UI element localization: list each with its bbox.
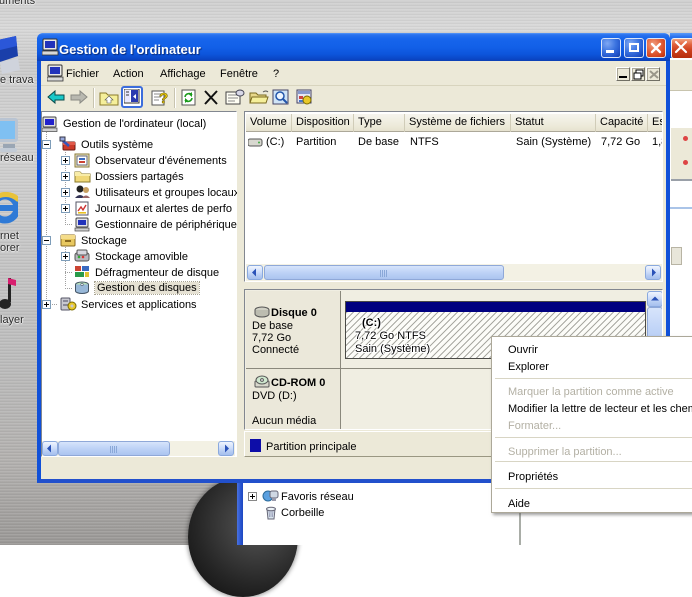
svg-text:?: ? <box>159 90 168 106</box>
